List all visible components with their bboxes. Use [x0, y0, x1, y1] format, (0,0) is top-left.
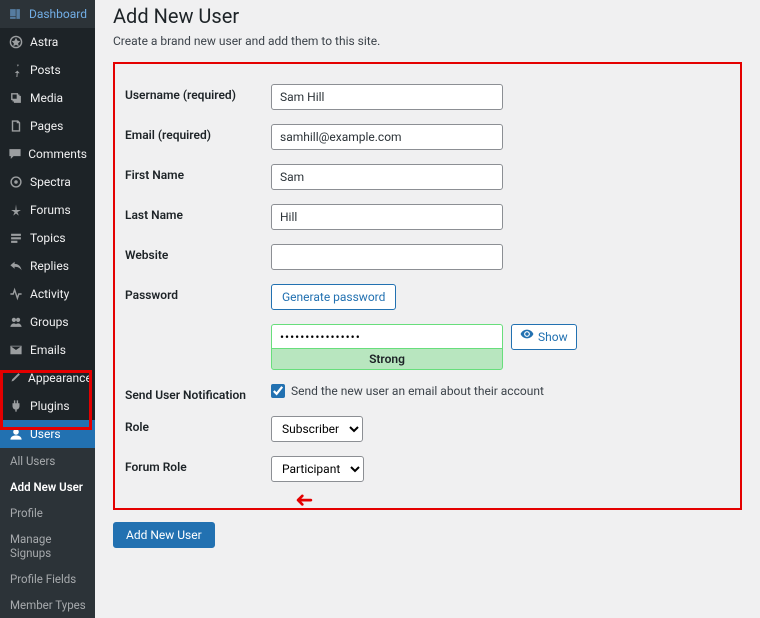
sidebar-item-label: Astra [30, 35, 58, 49]
sidebar-item-label: Media [30, 91, 63, 105]
users-icon [8, 426, 24, 442]
notification-checkbox-label[interactable]: Send the new user an email about their a… [271, 384, 544, 398]
generate-password-button[interactable]: Generate password [271, 284, 396, 310]
username-label: Username (required) [125, 84, 271, 102]
dashboard-icon [8, 6, 23, 22]
lastname-label: Last Name [125, 204, 271, 222]
sidebar-item-label: Topics [30, 231, 66, 245]
forum-role-label: Forum Role [125, 456, 271, 474]
spectra-icon [8, 174, 24, 190]
eye-icon [520, 325, 534, 349]
website-label: Website [125, 244, 271, 262]
sidebar-item-appearance[interactable]: Appearance [0, 364, 95, 392]
sidebar-item-label: Users [30, 427, 61, 441]
sidebar-item-label: Emails [30, 343, 66, 357]
activity-icon [8, 286, 24, 302]
sidebar-item-label: Plugins [30, 399, 70, 413]
arrow-annotation: ➜ [295, 488, 313, 513]
add-user-form: Username (required) Email (required) Fir… [113, 62, 742, 510]
sidebar-item-plugins[interactable]: Plugins [0, 392, 95, 420]
submenu-item-all-users[interactable]: All Users [0, 448, 95, 474]
sidebar-item-replies[interactable]: Replies [0, 252, 95, 280]
sidebar-item-media[interactable]: Media [0, 84, 95, 112]
password-label: Password [125, 284, 271, 302]
sidebar-item-activity[interactable]: Activity [0, 280, 95, 308]
emails-icon [8, 342, 24, 358]
sidebar-item-posts[interactable]: Posts [0, 56, 95, 84]
groups-icon [8, 314, 24, 330]
admin-sidebar: Dashboard Astra Posts Media Pages Comments Spe… [0, 0, 95, 508]
media-icon [8, 90, 24, 106]
submenu-item-add-new-user[interactable]: Add New User [0, 474, 95, 500]
sidebar-item-pages[interactable]: Pages [0, 112, 95, 140]
sidebar-item-users[interactable]: Users [0, 420, 95, 448]
sidebar-item-astra[interactable]: Astra [0, 28, 95, 56]
sidebar-item-label: Replies [30, 259, 69, 273]
sidebar-item-label: Appearance [28, 371, 92, 385]
sidebar-item-label: Spectra [30, 175, 71, 189]
comment-icon [8, 146, 22, 162]
username-input[interactable] [271, 84, 503, 110]
appearance-icon [8, 370, 22, 386]
role-select[interactable]: Subscriber [271, 416, 363, 442]
submenu-item-profile[interactable]: Profile [0, 500, 95, 526]
email-input[interactable] [271, 124, 503, 150]
submenu-item-member-types[interactable]: Member Types [0, 592, 95, 618]
show-password-button[interactable]: Show [511, 324, 577, 350]
astra-icon [8, 34, 24, 50]
sidebar-item-emails[interactable]: Emails [0, 336, 95, 364]
email-label: Email (required) [125, 124, 271, 142]
sidebar-item-label: Groups [30, 315, 69, 329]
notification-label: Send User Notification [125, 384, 271, 402]
lastname-input[interactable] [271, 204, 503, 230]
plugins-icon [8, 398, 24, 414]
sidebar-item-label: Dashboard [29, 7, 87, 21]
password-strength: Strong [271, 348, 503, 370]
website-input[interactable] [271, 244, 503, 270]
sidebar-item-comments[interactable]: Comments [0, 140, 95, 168]
pin-icon [8, 62, 24, 78]
submenu-item-manage-signups[interactable]: Manage Signups [0, 526, 95, 566]
sidebar-item-label: Posts [30, 63, 61, 77]
firstname-input[interactable] [271, 164, 503, 190]
firstname-label: First Name [125, 164, 271, 182]
sidebar-item-spectra[interactable]: Spectra [0, 168, 95, 196]
pages-icon [8, 118, 24, 134]
sidebar-item-label: Comments [28, 147, 87, 161]
sidebar-item-dashboard[interactable]: Dashboard [0, 0, 95, 28]
page-description: Create a brand new user and add them to … [113, 34, 742, 48]
forums-icon [8, 202, 24, 218]
replies-icon [8, 258, 24, 274]
sidebar-item-label: Activity [30, 287, 69, 301]
main-content: Add New User Create a brand new user and… [95, 0, 760, 508]
sidebar-item-label: Forums [30, 203, 71, 217]
page-title: Add New User [113, 4, 742, 28]
notification-checkbox[interactable] [271, 384, 285, 398]
submenu-item-profile-fields[interactable]: Profile Fields [0, 566, 95, 592]
role-label: Role [125, 416, 271, 434]
password-input[interactable] [271, 324, 503, 348]
sidebar-item-groups[interactable]: Groups [0, 308, 95, 336]
forum-role-select[interactable]: Participant [271, 456, 364, 482]
topics-icon [8, 230, 24, 246]
sidebar-item-forums[interactable]: Forums [0, 196, 95, 224]
sidebar-item-topics[interactable]: Topics [0, 224, 95, 252]
add-user-submit-button[interactable]: Add New User [113, 522, 215, 548]
sidebar-item-label: Pages [30, 119, 63, 133]
